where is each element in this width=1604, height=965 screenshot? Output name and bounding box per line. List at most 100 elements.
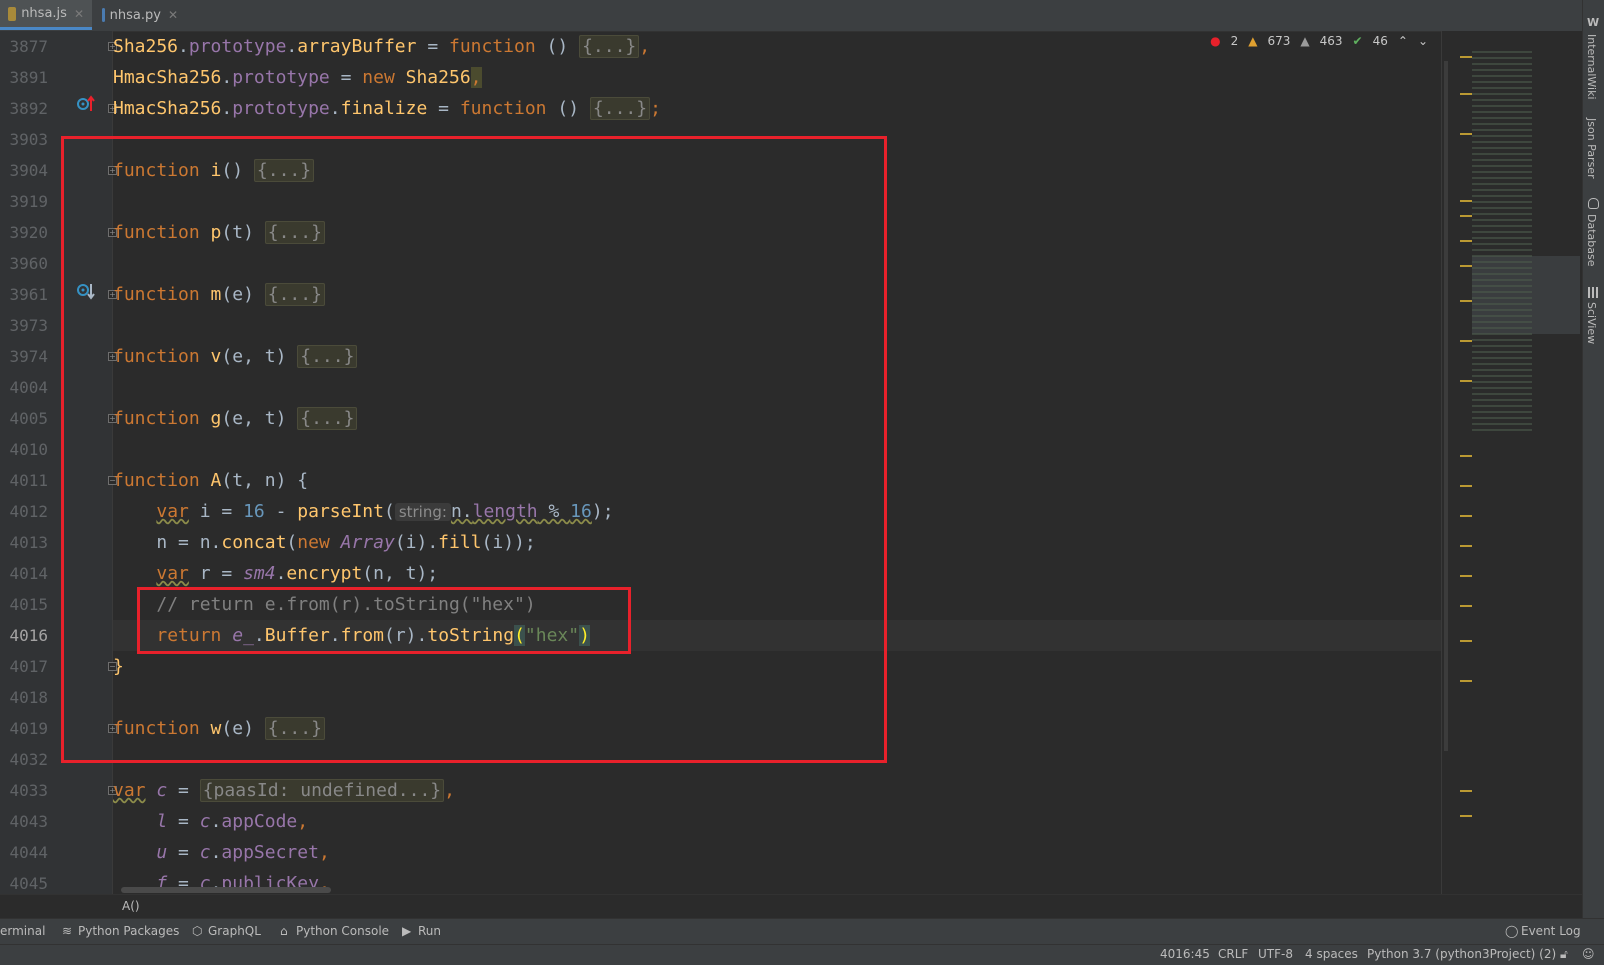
token: c bbox=[156, 780, 168, 801]
lock-icon[interactable]: 🔓︎ bbox=[1560, 947, 1568, 962]
warning-marker[interactable] bbox=[1460, 93, 1472, 95]
error-count: 2 bbox=[1230, 34, 1239, 48]
warning-marker[interactable] bbox=[1460, 240, 1472, 242]
tool-run[interactable]: Run bbox=[418, 924, 441, 938]
warning-marker[interactable] bbox=[1460, 485, 1472, 487]
code-editor[interactable]: Sha256.prototype.arrayBuffer = function … bbox=[113, 31, 1441, 894]
token: ; bbox=[650, 98, 661, 119]
warning-marker[interactable] bbox=[1460, 640, 1472, 642]
tool-python-packages[interactable]: Python Packages bbox=[78, 924, 179, 938]
tool-tab-database[interactable]: Database bbox=[1585, 214, 1598, 267]
line-number: 4004 bbox=[9, 378, 48, 397]
folded-block[interactable]: {...} bbox=[253, 159, 315, 182]
tab-nhsa-js[interactable]: nhsa.js ✕ bbox=[0, 0, 92, 30]
token: . bbox=[329, 98, 341, 119]
token: new bbox=[362, 67, 395, 88]
line-number: 3961 bbox=[9, 285, 48, 304]
inspection-widget[interactable]: ● 2 ▲ 673 ▲ 463 ✔ 46 ⌃ ⌄ bbox=[1210, 34, 1434, 48]
token: ( bbox=[383, 501, 395, 522]
token: prototype bbox=[232, 98, 330, 119]
tool-graphql[interactable]: GraphQL bbox=[208, 924, 261, 938]
horizontal-scrollbar[interactable] bbox=[121, 887, 331, 893]
warning-marker[interactable] bbox=[1460, 200, 1472, 202]
indent-setting[interactable]: 4 spaces bbox=[1305, 947, 1358, 961]
line-number: 3919 bbox=[9, 192, 48, 211]
tab-nhsa-py[interactable]: nhsa.py ✕ bbox=[94, 0, 186, 30]
folded-block[interactable]: {...} bbox=[264, 221, 325, 244]
line-number: 4005 bbox=[9, 409, 48, 428]
token: u bbox=[156, 842, 168, 863]
minimap-code-preview bbox=[1472, 51, 1532, 431]
token: n = n. bbox=[156, 532, 222, 553]
token: parseInt bbox=[297, 501, 384, 522]
tool-event-log[interactable]: Event Log bbox=[1521, 924, 1581, 938]
token: . bbox=[210, 811, 222, 832]
folded-block[interactable]: {...} bbox=[297, 345, 358, 368]
warning-marker[interactable] bbox=[1460, 680, 1472, 682]
token: var bbox=[156, 501, 189, 522]
warning-marker[interactable] bbox=[1460, 265, 1472, 267]
breadcrumb[interactable]: A() bbox=[0, 894, 1582, 919]
token: 16 bbox=[243, 501, 265, 522]
file-encoding[interactable]: UTF-8 bbox=[1258, 947, 1293, 961]
code-line-3961: function m(e) {...} bbox=[113, 279, 1441, 310]
token: function bbox=[113, 284, 200, 305]
caret-position[interactable]: 4016:45 bbox=[1160, 947, 1210, 961]
tool-tab-internalwiki[interactable]: InternalWiki bbox=[1585, 34, 1598, 100]
tool-tab-json-parser[interactable]: Json Parser bbox=[1585, 118, 1598, 179]
folded-block[interactable]: {...} bbox=[589, 97, 651, 120]
close-icon[interactable]: ✕ bbox=[74, 7, 84, 21]
line-number-gutter[interactable]: 3877 3891 3892 3903 3904 3919 3920 3960 … bbox=[0, 31, 117, 894]
implemented-method-icon[interactable] bbox=[76, 281, 96, 301]
folded-block[interactable]: {paasId: undefined...} bbox=[199, 779, 445, 802]
warning-icon: ▲ bbox=[1248, 34, 1258, 48]
token: fill bbox=[438, 532, 482, 553]
tool-terminal[interactable]: erminal bbox=[0, 924, 45, 938]
token: (r). bbox=[384, 625, 428, 646]
line-number: 3891 bbox=[9, 68, 48, 87]
warning-marker[interactable] bbox=[1460, 605, 1472, 607]
token: 16 bbox=[570, 501, 592, 522]
token: , bbox=[639, 36, 651, 57]
code-line-4017: } bbox=[113, 651, 1441, 682]
warning-marker[interactable] bbox=[1460, 133, 1472, 135]
code-minimap[interactable] bbox=[1441, 31, 1583, 894]
line-number: 3904 bbox=[9, 161, 48, 180]
weak-warning-icon: ▲ bbox=[1300, 34, 1310, 48]
warning-marker[interactable] bbox=[1460, 545, 1472, 547]
warning-marker[interactable] bbox=[1460, 380, 1472, 382]
token: = bbox=[427, 98, 460, 119]
vertical-scrollbar[interactable] bbox=[1444, 61, 1448, 751]
folded-block[interactable]: {...} bbox=[297, 407, 358, 430]
folded-block[interactable]: {...} bbox=[264, 283, 325, 306]
warning-marker[interactable] bbox=[1460, 215, 1472, 217]
next-highlight-icon[interactable]: ⌄ bbox=[1418, 34, 1428, 48]
tool-python-console[interactable]: Python Console bbox=[296, 924, 389, 938]
warning-marker[interactable] bbox=[1460, 340, 1472, 342]
folded-block[interactable]: {...} bbox=[264, 717, 325, 740]
warning-marker[interactable] bbox=[1460, 300, 1472, 302]
token: . bbox=[221, 67, 233, 88]
warning-marker[interactable] bbox=[1460, 815, 1472, 817]
breadcrumb-item[interactable]: A() bbox=[122, 899, 140, 913]
warning-marker[interactable] bbox=[1460, 56, 1472, 58]
token: . bbox=[253, 625, 265, 646]
close-icon[interactable]: ✕ bbox=[168, 8, 178, 22]
warning-marker[interactable] bbox=[1460, 575, 1472, 577]
inspector-icon[interactable]: ☺ bbox=[1582, 947, 1595, 961]
python-interpreter[interactable]: Python 3.7 (python3Project) (2) bbox=[1367, 947, 1556, 961]
token: m bbox=[199, 284, 222, 305]
token: ( bbox=[286, 532, 298, 553]
warning-marker[interactable] bbox=[1460, 515, 1472, 517]
previous-highlight-icon[interactable]: ⌃ bbox=[1398, 34, 1408, 48]
parameter-hint: string: bbox=[394, 503, 451, 521]
folded-block[interactable]: {...} bbox=[579, 35, 640, 58]
warning-marker[interactable] bbox=[1460, 455, 1472, 457]
line-number: 4011 bbox=[9, 471, 48, 490]
warning-marker[interactable] bbox=[1460, 790, 1472, 792]
token: arrayBuffer bbox=[297, 36, 417, 57]
line-separator[interactable]: CRLF bbox=[1218, 947, 1248, 961]
tool-tab-sciview[interactable]: SciView bbox=[1585, 302, 1598, 344]
override-method-icon[interactable] bbox=[76, 95, 96, 115]
